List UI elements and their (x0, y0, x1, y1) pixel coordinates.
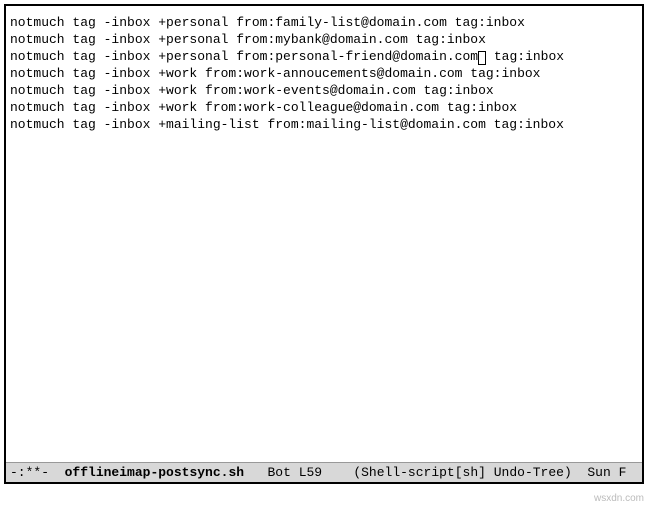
modeline-status: -:**- (10, 465, 49, 480)
buffer-line: notmuch tag -inbox +personal from:mybank… (10, 31, 638, 48)
buffer-line: notmuch tag -inbox +work from:work-colle… (10, 99, 638, 116)
modeline-modes: (Shell-script[sh] Undo-Tree) (353, 465, 571, 480)
modeline-right: Sun F (587, 465, 626, 480)
watermark-text: wsxdn.com (594, 493, 644, 504)
modeline-filename: offlineimap-postsync.sh (65, 465, 244, 480)
mode-line[interactable]: -:**- offlineimap-postsync.sh Bot L59 (S… (6, 462, 642, 482)
line-post-cursor: tag:inbox (486, 49, 564, 64)
buffer-line: notmuch tag -inbox +work from:work-annou… (10, 65, 638, 82)
buffer-line: notmuch tag -inbox +personal from:family… (10, 14, 638, 31)
text-buffer[interactable]: notmuch tag -inbox +personal from:family… (6, 6, 642, 462)
editor-window: notmuch tag -inbox +personal from:family… (4, 4, 644, 484)
buffer-line: notmuch tag -inbox +personal from:person… (10, 48, 638, 65)
line-pre-cursor: notmuch tag -inbox +personal from:person… (10, 49, 478, 64)
modeline-line: L59 (299, 465, 322, 480)
buffer-line: notmuch tag -inbox +mailing-list from:ma… (10, 116, 638, 133)
buffer-line: notmuch tag -inbox +work from:work-event… (10, 82, 638, 99)
text-cursor (478, 51, 486, 65)
modeline-position: Bot (267, 465, 290, 480)
